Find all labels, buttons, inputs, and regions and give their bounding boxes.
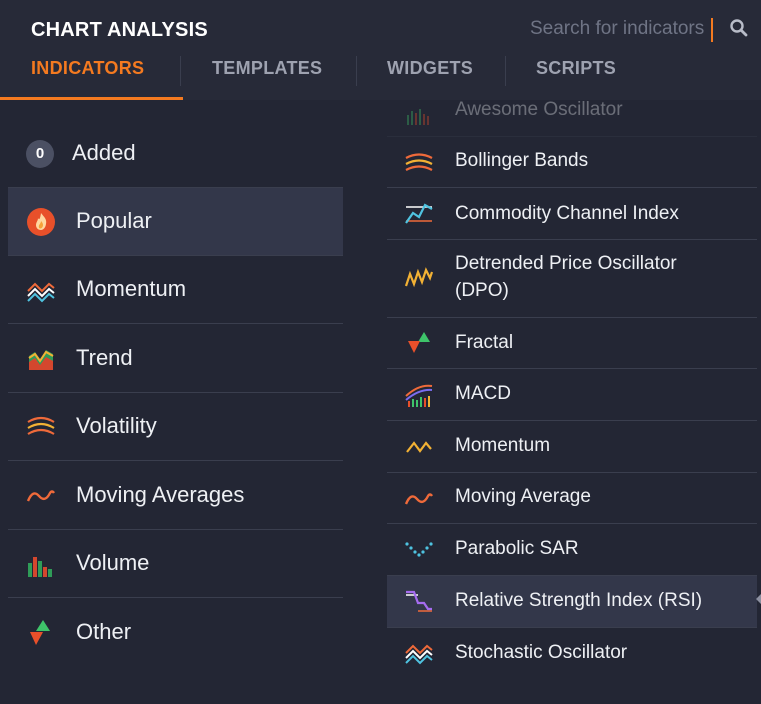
indicator-macd[interactable]: MACD (387, 369, 757, 421)
indicator-label: Momentum (455, 435, 551, 456)
category-other[interactable]: Other (8, 599, 343, 667)
category-popular[interactable]: Popular (8, 188, 343, 256)
category-label: Volume (76, 550, 150, 575)
category-label: Volatility (76, 413, 157, 438)
tab-divider (180, 56, 181, 86)
active-tab-indicator (0, 97, 183, 100)
indicator-label: Parabolic SAR (455, 538, 579, 559)
cci-icon (405, 203, 433, 224)
tab-divider (356, 56, 357, 86)
indicator-moving-average[interactable]: Moving Average (387, 473, 757, 524)
indicator-label-line1: Detrended Price Oscillator (455, 253, 677, 274)
wave-icon (404, 493, 433, 505)
macd-icon (405, 384, 433, 407)
tab-widgets[interactable]: WIDGETS (387, 58, 473, 79)
indicator-fractal[interactable]: Fractal (387, 318, 757, 369)
indicator-rsi[interactable]: Relative Strength Index (RSI) (387, 576, 757, 628)
indicator-detrended-price-oscillator[interactable]: Detrended Price Oscillator (DPO) (387, 240, 757, 318)
category-added[interactable]: 0 Added (8, 120, 343, 188)
search-icon[interactable] (729, 18, 749, 38)
category-label: Moving Averages (76, 482, 245, 507)
indicator-label: Fractal (455, 332, 514, 353)
category-label: Momentum (76, 276, 187, 301)
panel-title: CHART ANALYSIS (31, 19, 208, 41)
category-trend[interactable]: Trend (8, 325, 343, 393)
indicator-commodity-channel-index[interactable]: Commodity Channel Index (387, 188, 757, 240)
zigzag-icon (404, 267, 434, 288)
scrollbar-arrow[interactable] (756, 594, 761, 604)
tab-divider (505, 56, 506, 86)
indicator-label: Moving Average (455, 486, 591, 507)
trend-icon (28, 350, 54, 370)
indicator-label: Bollinger Bands (455, 150, 589, 171)
indicator-awesome-oscillator[interactable]: Awesome Oscillator (387, 99, 757, 137)
rsi-icon (406, 590, 432, 612)
fractal-arrows-icon (408, 332, 430, 353)
bars-icon (407, 109, 429, 125)
category-volume[interactable]: Volume (8, 530, 343, 598)
indicator-label: Awesome Oscillator (455, 99, 623, 120)
volatility-arcs-icon (27, 416, 55, 435)
tab-scripts[interactable]: SCRIPTS (536, 58, 616, 79)
category-volatility[interactable]: Volatility (8, 393, 343, 461)
fire-icon (27, 208, 55, 236)
added-count-badge: 0 (26, 140, 54, 168)
bands-icon (405, 153, 433, 171)
indicator-label: Stochastic Oscillator (455, 642, 628, 663)
category-label: Popular (76, 208, 152, 233)
momentum-icon (406, 441, 432, 453)
stochastic-icon (405, 644, 433, 665)
indicator-parabolic-sar[interactable]: Parabolic SAR (387, 524, 757, 576)
category-label: Trend (76, 345, 133, 370)
indicator-stochastic-oscillator[interactable]: Stochastic Oscillator (387, 628, 757, 680)
panel-header: CHART ANALYSIS Search for indicators IND… (0, 0, 761, 100)
indicator-label: Relative Strength Index (RSI) (455, 590, 703, 611)
fractal-arrows-icon (30, 620, 50, 645)
search-input[interactable]: Search for indicators (530, 18, 716, 44)
momentum-lines-icon (27, 282, 55, 303)
category-label: Added (72, 140, 136, 165)
indicator-bollinger-bands[interactable]: Bollinger Bands (387, 137, 757, 188)
category-moving-averages[interactable]: Moving Averages (8, 462, 343, 530)
text-caret (711, 18, 713, 42)
indicator-momentum[interactable]: Momentum (387, 421, 757, 473)
tab-indicators[interactable]: INDICATORS (31, 58, 144, 79)
wave-icon (26, 490, 55, 502)
volume-bars-icon (28, 557, 52, 577)
indicator-label: MACD (455, 383, 511, 404)
indicator-label-line2: (DPO) (455, 280, 509, 301)
indicator-label: Commodity Channel Index (455, 203, 679, 224)
tab-templates[interactable]: TEMPLATES (212, 58, 322, 79)
category-label: Other (76, 619, 132, 644)
tab-bar: INDICATORS TEMPLATES WIDGETS SCRIPTS (0, 52, 761, 100)
category-momentum[interactable]: Momentum (8, 256, 343, 324)
dots-icon (405, 542, 433, 557)
